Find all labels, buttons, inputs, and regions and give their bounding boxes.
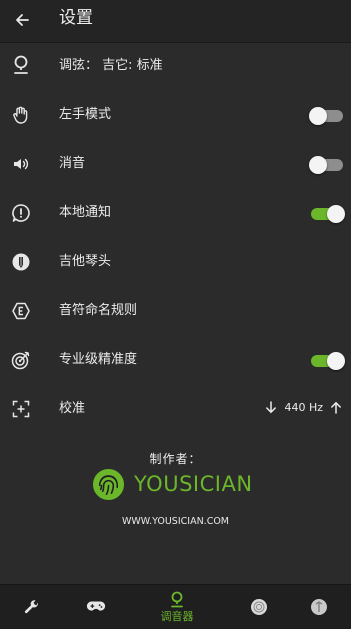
settings-row-mute[interactable]: 消音 bbox=[0, 141, 351, 190]
brand-name: YOUSICIAN bbox=[134, 472, 253, 496]
arrow-down-icon bbox=[266, 400, 277, 413]
nav-tools[interactable] bbox=[18, 585, 46, 629]
settings-row-tuning[interactable]: 调弦： 吉它: 标准 bbox=[0, 43, 351, 92]
mute-label: 消音 bbox=[59, 156, 86, 171]
fingerprint-logo-icon bbox=[92, 468, 125, 501]
wrench-icon bbox=[22, 598, 42, 616]
notifications-label: 本地通知 bbox=[59, 205, 112, 220]
nav-tuner[interactable]: 调音器 bbox=[152, 585, 202, 629]
alert-bubble-icon bbox=[10, 202, 32, 224]
settings-row-note-naming[interactable]: 音符命名规则 bbox=[0, 288, 351, 337]
yousician-logo: YOUSICIAN bbox=[92, 468, 252, 504]
accuracy-toggle[interactable] bbox=[309, 352, 345, 370]
nav-tuner-label: 调音器 bbox=[160, 610, 194, 623]
speaker-icon bbox=[10, 153, 32, 175]
calibration-icon bbox=[10, 398, 32, 420]
frequency-value: 440 Hz bbox=[284, 400, 323, 414]
nav-games[interactable] bbox=[82, 585, 110, 629]
decrease-frequency-button[interactable] bbox=[264, 400, 278, 414]
page-title: 设置 bbox=[59, 8, 93, 28]
settings-row-calibration: 校准 440 Hz bbox=[0, 386, 351, 435]
bottom-nav: 调音器 bbox=[0, 584, 351, 629]
accuracy-label: 专业级精准度 bbox=[59, 352, 138, 367]
mute-toggle[interactable] bbox=[309, 156, 345, 174]
target-icon bbox=[10, 349, 32, 371]
nav-profile-1[interactable] bbox=[248, 585, 270, 629]
note-naming-icon bbox=[10, 300, 32, 322]
headstock-icon bbox=[10, 251, 32, 273]
settings-row-notifications[interactable]: 本地通知 bbox=[0, 190, 351, 239]
note-naming-label: 音符命名规则 bbox=[59, 303, 138, 318]
left-hand-label: 左手模式 bbox=[59, 107, 112, 122]
gamepad-icon bbox=[86, 598, 106, 616]
notifications-toggle[interactable] bbox=[309, 205, 345, 223]
tuning-pin-icon bbox=[10, 55, 32, 77]
tuning-label: 调弦： 吉它: 标准 bbox=[59, 58, 163, 73]
calibration-control: 440 Hz bbox=[264, 400, 343, 414]
website-link[interactable]: WWW.YOUSICIAN.COM bbox=[0, 516, 351, 527]
calibration-label: 校准 bbox=[59, 401, 86, 416]
arrow-up-icon bbox=[331, 401, 341, 414]
settings-row-headstock[interactable]: 吉他琴头 bbox=[0, 239, 351, 288]
increase-frequency-button[interactable] bbox=[329, 400, 343, 414]
app-header: 设置 bbox=[0, 0, 351, 43]
settings-row-accuracy[interactable]: 专业级精准度 bbox=[0, 337, 351, 386]
arrow-left-icon bbox=[16, 14, 29, 26]
avatar-icon bbox=[309, 598, 329, 616]
headstock-label: 吉他琴头 bbox=[59, 254, 112, 269]
tuner-icon bbox=[167, 591, 187, 609]
avatar-icon bbox=[249, 598, 269, 616]
settings-row-left-hand[interactable]: 左手模式 bbox=[0, 92, 351, 141]
left-hand-icon bbox=[10, 104, 32, 126]
credits-label: 制作者： bbox=[149, 452, 202, 466]
left-hand-toggle[interactable] bbox=[309, 107, 345, 125]
nav-profile-2[interactable] bbox=[308, 585, 330, 629]
back-button[interactable] bbox=[10, 8, 34, 32]
